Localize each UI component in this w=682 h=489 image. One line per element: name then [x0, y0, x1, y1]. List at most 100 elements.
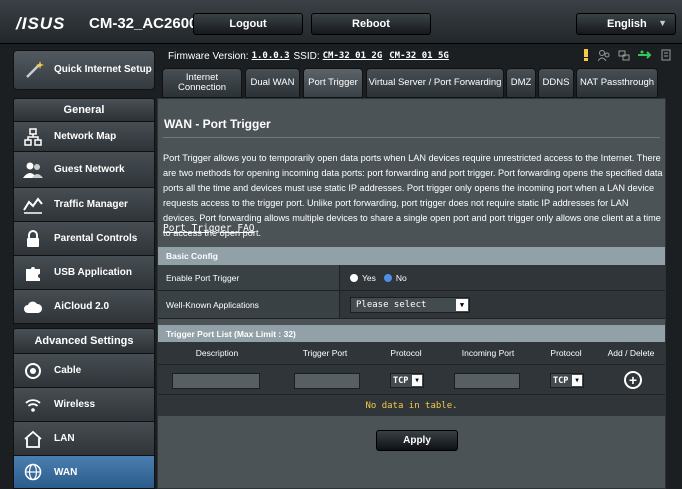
- sidebar-item-traffic-manager[interactable]: Traffic Manager: [13, 188, 155, 222]
- dropdown-arrow-icon: ▼: [412, 375, 422, 386]
- printer-icon[interactable]: [660, 49, 672, 61]
- col-description: Description: [195, 348, 239, 358]
- sidebar-item-cable[interactable]: Cable: [13, 354, 155, 388]
- trigger-port-list-header: Trigger Port List (Max Limit : 32): [158, 325, 665, 343]
- empty-table-message: No data in table.: [158, 394, 665, 416]
- enable-yes-radio[interactable]: [350, 273, 358, 282]
- language-select[interactable]: English ▼: [576, 13, 676, 35]
- ssid-5g-link[interactable]: CM-32_01_5G: [389, 51, 449, 61]
- firmware-bar: Firmware Version: 1.0.0.3 SSID: CM-32_01…: [160, 46, 682, 66]
- sidebar-item-label: Guest Network: [54, 164, 125, 175]
- top-bar: /ISUS CM-32_AC2600 Logout Reboot English…: [0, 0, 682, 44]
- sidebar-item-network-map[interactable]: Network Map: [13, 122, 155, 152]
- enable-yes-label: Yes: [362, 272, 376, 283]
- dropdown-arrow-icon: ▼: [456, 298, 468, 311]
- language-label: English: [607, 18, 647, 30]
- clients-icon[interactable]: [598, 49, 610, 61]
- home-icon: [20, 428, 46, 450]
- plus-icon: +: [628, 372, 638, 388]
- sidebar-item-label: Cable: [54, 365, 82, 376]
- sidebar-item-label: Wireless: [54, 399, 96, 410]
- page-title: WAN - Port Trigger: [164, 117, 271, 131]
- sidebar-item-usb-application[interactable]: USB Application: [13, 256, 155, 290]
- reboot-button[interactable]: Reboot: [311, 13, 431, 35]
- cloud-icon: [20, 296, 46, 318]
- main-panel: WAN - Port Trigger Port Trigger allows y…: [157, 98, 666, 489]
- col-trigger-port: Trigger Port: [302, 348, 348, 358]
- trigger-port-input[interactable]: [294, 373, 360, 389]
- tab-port-trigger[interactable]: Port Trigger: [303, 68, 363, 98]
- trigger-input-row: TCP ▼ TCP ▼ +: [158, 364, 665, 394]
- lock-icon: [20, 228, 46, 250]
- sidebar-item-label: Traffic Manager: [54, 199, 128, 210]
- dropdown-arrow-icon: ▼: [572, 375, 582, 386]
- sidebar-item-label: AiCloud 2.0: [54, 301, 110, 312]
- incoming-protocol-value: TCP: [553, 375, 569, 386]
- ssid-24g-link[interactable]: CM-32_01_2G: [323, 51, 383, 61]
- incoming-protocol-select[interactable]: TCP ▼: [550, 373, 584, 388]
- sidebar-item-wan[interactable]: WAN: [13, 456, 155, 489]
- apply-button[interactable]: Apply: [376, 430, 458, 451]
- tab-dual-wan[interactable]: Dual WAN: [245, 68, 300, 98]
- usb-icon[interactable]: [638, 49, 652, 61]
- traffic-manager-icon: [20, 194, 46, 216]
- incoming-port-input[interactable]: [454, 373, 520, 389]
- tab-dmz[interactable]: DMZ: [506, 68, 536, 98]
- asus-logo: /ISUS: [16, 14, 66, 33]
- well-known-apps-value: Please select: [356, 299, 427, 310]
- col-add-delete: Add / Delete: [607, 348, 655, 358]
- enable-no-label: No: [395, 272, 407, 283]
- guest-network-icon: [20, 159, 46, 181]
- port-trigger-faq-link[interactable]: Port Trigger FAQ: [163, 223, 255, 234]
- col-protocol-2: Protocol: [550, 348, 582, 358]
- sidebar-item-guest-network[interactable]: Guest Network: [13, 152, 155, 188]
- description-input[interactable]: [172, 373, 260, 389]
- trigger-protocol-value: TCP: [393, 375, 409, 386]
- logout-button[interactable]: Logout: [193, 13, 303, 35]
- tab-internet-connection[interactable]: Internet Connection: [162, 68, 242, 98]
- sidebar: Quick Internet Setup General Network Map…: [13, 48, 155, 489]
- notification-icon[interactable]: [582, 49, 590, 61]
- general-section-header: General: [13, 98, 155, 122]
- wireless-icon: [20, 394, 46, 416]
- network-map-icon: [20, 126, 46, 148]
- network-status-icon[interactable]: [618, 49, 630, 61]
- trigger-list-column-headers: Description Trigger Port Protocol Incomi…: [158, 342, 665, 364]
- trigger-protocol-select[interactable]: TCP ▼: [390, 373, 424, 388]
- title-divider: [163, 137, 660, 138]
- enable-port-trigger-label: Enable Port Trigger: [158, 265, 340, 290]
- model-name: CM-32_AC2600: [89, 15, 198, 32]
- well-known-apps-select[interactable]: Please select ▼: [350, 296, 470, 313]
- add-row-button[interactable]: +: [624, 371, 642, 389]
- quick-internet-setup-label: Quick Internet Setup: [54, 64, 152, 75]
- tab-virtual-server[interactable]: Virtual Server / Port Forwarding: [366, 68, 504, 98]
- well-known-apps-row: Well-Known Applications Please select ▼: [158, 291, 665, 319]
- sidebar-item-aicloud[interactable]: AiCloud 2.0: [13, 290, 155, 324]
- enable-port-trigger-row: Enable Port Trigger Yes No: [158, 265, 665, 291]
- tab-nat-passthrough[interactable]: NAT Passthrough: [576, 68, 658, 98]
- tab-bar: Internet Connection Dual WAN Port Trigge…: [160, 68, 682, 98]
- sidebar-item-parental-controls[interactable]: Parental Controls: [13, 222, 155, 256]
- sidebar-item-label: WAN: [54, 466, 78, 478]
- sidebar-item-label: Parental Controls: [54, 233, 138, 244]
- firmware-version-link[interactable]: 1.0.0.3: [252, 51, 290, 61]
- wand-icon: [20, 58, 48, 82]
- sidebar-item-lan[interactable]: LAN: [13, 422, 155, 456]
- basic-config-header: Basic Config: [158, 247, 665, 265]
- sidebar-item-label: Network Map: [54, 131, 117, 142]
- well-known-apps-label: Well-Known Applications: [158, 291, 340, 318]
- advanced-settings-header: Advanced Settings: [13, 328, 155, 354]
- col-protocol: Protocol: [390, 348, 422, 358]
- ssid-label: SSID:: [293, 50, 320, 62]
- chevron-down-icon: ▼: [658, 18, 667, 28]
- cable-icon: [20, 360, 46, 382]
- sidebar-item-label: USB Application: [54, 267, 132, 278]
- tab-ddns[interactable]: DDNS: [538, 68, 574, 98]
- col-incoming-port: Incoming Port: [461, 348, 515, 358]
- puzzle-icon: [20, 262, 46, 284]
- globe-icon: [20, 461, 46, 483]
- quick-internet-setup-button[interactable]: Quick Internet Setup: [13, 50, 155, 90]
- sidebar-item-wireless[interactable]: Wireless: [13, 388, 155, 422]
- sidebar-item-label: LAN: [54, 433, 75, 444]
- enable-no-radio[interactable]: [383, 273, 392, 282]
